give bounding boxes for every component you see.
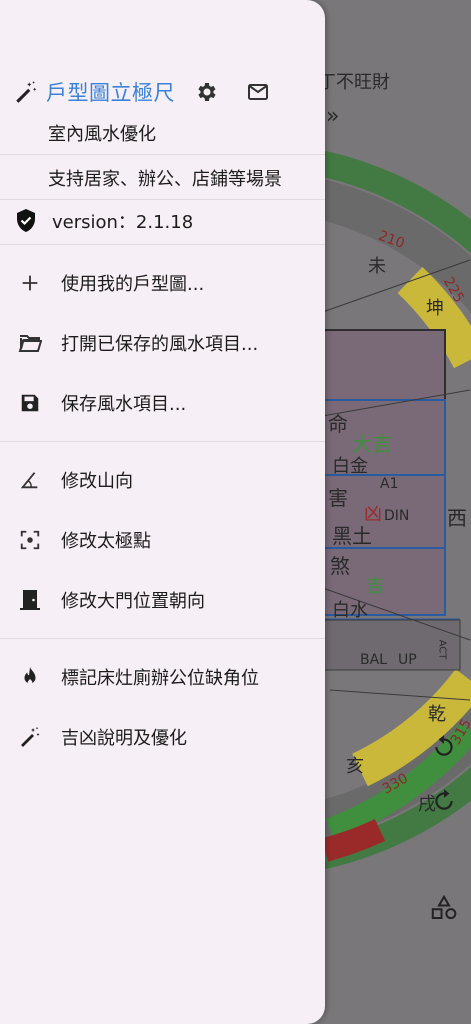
palace-label: A1	[380, 476, 399, 492]
palace-label: DIN	[384, 508, 410, 524]
shield-check-icon	[17, 209, 35, 232]
menu-modify-door[interactable]: 修改大門位置朝向	[0, 574, 325, 626]
menu-save-project[interactable]: 保存風水項目...	[0, 377, 325, 429]
angle-icon	[16, 466, 44, 494]
divider	[0, 154, 325, 155]
menu-label: 修改太極點	[61, 531, 151, 552]
magic-wand-icon	[12, 78, 40, 106]
palace-label: 命	[328, 412, 348, 436]
rotate-ccw-button[interactable]	[426, 728, 462, 764]
menu-label: 保存風水項目...	[61, 394, 187, 415]
version-text: version：2.1.18	[52, 212, 194, 233]
palace-label: 凶	[364, 504, 382, 525]
rotate-cw-icon	[435, 789, 453, 810]
compass-char: 乾	[428, 704, 446, 725]
room-label: BAL	[360, 652, 387, 668]
app-title[interactable]: 戶型圖立極尺	[46, 77, 175, 107]
compass-char: 西	[447, 506, 467, 530]
subtitle-feng-shui: 室內風水優化	[48, 124, 156, 145]
plus-icon	[16, 269, 44, 297]
room-label: UP	[398, 652, 417, 668]
version-row: version：2.1.18	[14, 204, 193, 238]
palace-label: 白金	[332, 456, 368, 477]
navigation-drawer: 戶型圖立極尺 室內風水優化 支持居家、辦公、店鋪等場景 version：2.1.…	[0, 0, 325, 1024]
menu-modify-direction[interactable]: 修改山向	[0, 454, 325, 506]
magic-wand-icon	[16, 723, 44, 751]
menu-open-saved-project[interactable]: 打開已保存的風水項目...	[0, 317, 325, 369]
save-icon	[16, 389, 44, 417]
compass-char: 亥	[346, 756, 364, 777]
menu-fortune-explanation[interactable]: 吉凶說明及優化	[0, 711, 325, 763]
mail-icon	[248, 84, 268, 100]
menu-label: 修改山向	[61, 471, 133, 492]
palace-label: 白水	[332, 600, 368, 621]
divider	[0, 199, 325, 200]
menu-mark-positions[interactable]: 標記床灶廁辦公位缺角位	[0, 651, 325, 703]
folder-open-icon	[16, 329, 44, 357]
gear-icon	[198, 83, 216, 101]
compass-char: 坤	[426, 298, 444, 319]
center-focus-icon	[16, 526, 44, 554]
shapes-button[interactable]	[426, 890, 462, 926]
menu-label: 修改大門位置朝向	[61, 591, 205, 612]
divider	[0, 244, 325, 245]
room-label: ACT	[436, 639, 448, 660]
email-button[interactable]	[241, 75, 275, 109]
divider	[0, 638, 325, 639]
rotate-cw-button[interactable]	[426, 782, 462, 818]
bg-chevrons: »	[326, 104, 340, 129]
subtitle-scenarios: 支持居家、辦公、店鋪等場景	[48, 169, 282, 190]
fire-icon	[16, 663, 44, 691]
divider	[0, 441, 325, 442]
menu-label: 使用我的戶型圖...	[61, 274, 205, 295]
bg-top-text: 丁不旺財	[318, 72, 390, 93]
rotate-ccw-icon	[435, 735, 453, 756]
compass-char: 未	[368, 256, 386, 277]
menu-label: 打開已保存的風水項目...	[61, 334, 259, 355]
shapes-icon	[431, 894, 457, 920]
menu-modify-center-point[interactable]: 修改太極點	[0, 514, 325, 566]
door-icon	[16, 586, 44, 614]
palace-label: 害	[328, 486, 348, 510]
menu-label: 標記床灶廁辦公位缺角位	[61, 668, 259, 689]
palace-label: 煞	[330, 554, 350, 578]
settings-button[interactable]	[190, 75, 224, 109]
palace-label: 吉	[366, 576, 384, 597]
menu-label: 吉凶說明及優化	[61, 728, 187, 749]
menu-use-my-floorplan[interactable]: 使用我的戶型圖...	[0, 257, 325, 309]
